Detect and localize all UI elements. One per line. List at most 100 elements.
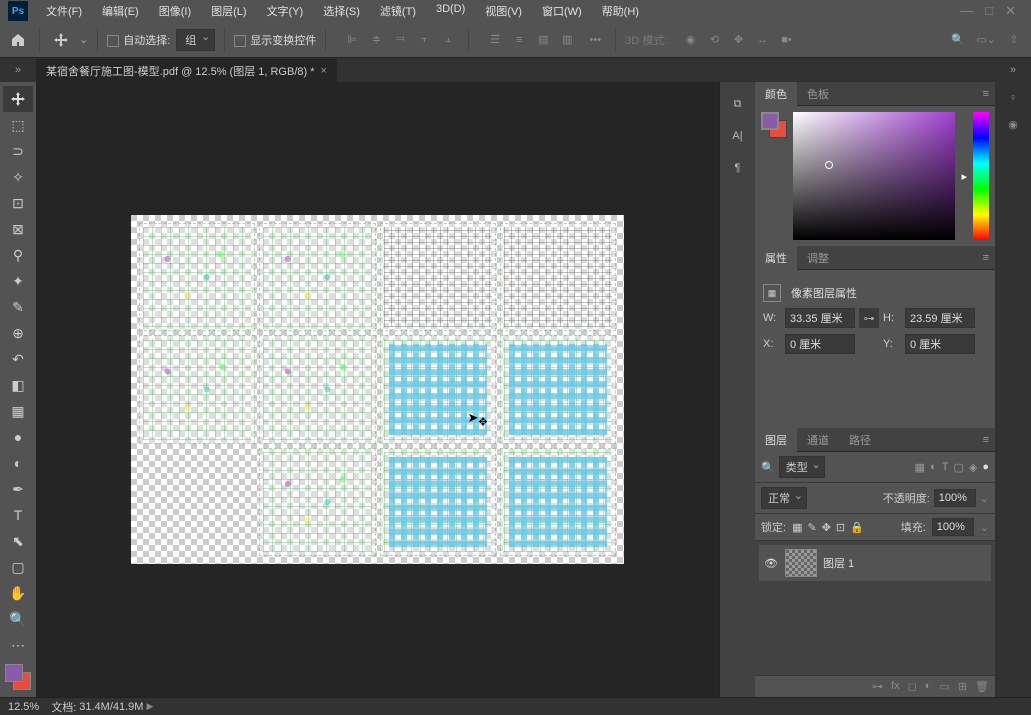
frame-tool[interactable]: ⊠ [3, 216, 33, 242]
blur-tool[interactable]: ● [3, 424, 33, 450]
lasso-tool[interactable]: ⊃ [3, 138, 33, 164]
more-options-icon[interactable]: ••• [584, 29, 606, 51]
layers-panel-menu[interactable]: ≡ [977, 434, 995, 446]
menu-select[interactable]: 选择(S) [313, 0, 370, 22]
dock-icon-1[interactable]: ⧉ [728, 94, 748, 114]
home-button[interactable] [6, 28, 30, 52]
chevron-down-icon[interactable]: ⌄ [79, 33, 88, 46]
x-input[interactable] [785, 334, 855, 354]
chevron-down-icon[interactable]: ⌄ [980, 521, 989, 534]
blend-mode-select[interactable]: 正常 [761, 487, 807, 509]
menu-image[interactable]: 图像(I) [149, 0, 201, 22]
auto-select-dropdown[interactable]: 组 [176, 29, 215, 51]
layer-thumbnail[interactable] [785, 549, 817, 577]
zoom-level[interactable]: 12.5% [8, 701, 39, 713]
layer-filter-kind[interactable]: 类型 [779, 456, 825, 478]
y-input[interactable] [905, 334, 975, 354]
gradient-tool[interactable]: ▦ [3, 398, 33, 424]
edit-toolbar[interactable]: ⋯ [3, 632, 33, 658]
marquee-tool[interactable]: ⬚ [3, 112, 33, 138]
character-panel-icon[interactable]: A| [728, 126, 748, 146]
link-layers-icon[interactable]: ⊶ [872, 680, 883, 693]
menu-view[interactable]: 视图(V) [475, 0, 532, 22]
filter-pixel-icon[interactable]: ▦ [915, 461, 925, 474]
magic-wand-tool[interactable]: ✧ [3, 164, 33, 190]
group-icon[interactable]: ▭ [939, 680, 949, 693]
layer-name[interactable]: 图层 1 [823, 555, 854, 571]
layer-visibility-icon[interactable]: 👁 [763, 557, 779, 570]
paths-tab[interactable]: 路径 [839, 428, 881, 452]
width-input[interactable] [785, 308, 855, 328]
status-menu-icon[interactable]: ▶ [146, 701, 153, 712]
foreground-color[interactable] [5, 664, 23, 682]
filter-adjust-icon[interactable]: ◐ [930, 461, 937, 474]
distribute-h-icon[interactable]: ▥ [556, 29, 578, 51]
move-tool[interactable] [3, 86, 33, 112]
menu-window[interactable]: 窗口(W) [532, 0, 592, 22]
color-swatches[interactable] [5, 664, 31, 690]
eraser-tool[interactable]: ◧ [3, 372, 33, 398]
pen-tool[interactable]: ✒ [3, 476, 33, 502]
layer-mask-icon[interactable]: ◻ [908, 680, 917, 693]
shape-tool[interactable]: ▢ [3, 554, 33, 580]
properties-panel-menu[interactable]: ≡ [977, 252, 995, 264]
type-tool[interactable]: T [3, 502, 33, 528]
canvas-area[interactable]: ➤✥ [36, 82, 719, 697]
link-wh-icon[interactable]: ⊶ [859, 308, 879, 328]
align-left-icon[interactable]: ⊫ [341, 29, 363, 51]
channels-tab[interactable]: 通道 [797, 428, 839, 452]
adjustment-layer-icon[interactable]: ◐ [925, 680, 932, 693]
workspace-icon[interactable]: ▭⌄ [975, 29, 997, 51]
show-transform-checkbox[interactable]: 显示变换控件 [234, 32, 316, 48]
share-icon[interactable]: ⇧ [1003, 29, 1025, 51]
align-top-icon[interactable]: ⫟ [413, 29, 435, 51]
lock-position-icon[interactable]: ✥ [822, 521, 831, 534]
panel-fg-color[interactable] [761, 112, 779, 130]
color-panel-menu[interactable]: ≡ [977, 88, 995, 100]
tips-icon[interactable]: ♀ [1009, 92, 1017, 104]
search-icon[interactable]: 🔍 [947, 29, 969, 51]
adjustments-tab[interactable]: 调整 [797, 246, 839, 270]
menu-type[interactable]: 文字(Y) [257, 0, 314, 22]
swatches-tab[interactable]: 色板 [797, 82, 839, 106]
3d-pan-icon[interactable]: ✥ [727, 29, 749, 51]
new-layer-icon[interactable]: ⊞ [958, 680, 967, 693]
menu-edit[interactable]: 编辑(E) [92, 0, 149, 22]
menu-3d[interactable]: 3D(D) [426, 0, 475, 22]
document-canvas[interactable] [131, 215, 624, 564]
filter-type-icon[interactable]: T [942, 461, 949, 474]
hand-tool[interactable]: ✋ [3, 580, 33, 606]
properties-tab[interactable]: 属性 [755, 246, 797, 270]
document-tab[interactable]: 某宿舍餐厅施工图-模型.pdf @ 12.5% (图层 1, RGB/8) * … [36, 59, 337, 82]
color-tab[interactable]: 颜色 [755, 82, 797, 106]
distribute-top-icon[interactable]: ☰ [484, 29, 506, 51]
lock-all-icon[interactable]: 🔒 [850, 521, 864, 534]
distribute-v-icon[interactable]: ≡ [508, 29, 530, 51]
color-swatches-panel[interactable] [761, 112, 787, 138]
move-tool-indicator[interactable] [49, 28, 73, 52]
color-field[interactable] [793, 112, 955, 240]
dodge-tool[interactable]: ◐ [3, 450, 33, 476]
align-middle-icon[interactable]: ⫠ [437, 29, 459, 51]
layer-item[interactable]: 👁 图层 1 [759, 545, 991, 581]
fill-input[interactable] [932, 518, 974, 536]
3d-roll-icon[interactable]: ⟲ [703, 29, 725, 51]
paragraph-panel-icon[interactable]: ¶ [728, 158, 748, 178]
chevron-down-icon[interactable]: ⌄ [980, 492, 989, 505]
slider-arrow-icon[interactable]: ▸ [961, 170, 967, 183]
align-center-h-icon[interactable]: ≑ [365, 29, 387, 51]
crop-tool[interactable]: ⊡ [3, 190, 33, 216]
auto-select-checkbox[interactable]: 自动选择: [107, 32, 170, 48]
path-selection-tool[interactable]: ⬉ [3, 528, 33, 554]
maximize-button[interactable]: □ [985, 3, 993, 19]
healing-brush-tool[interactable]: ✦ [3, 268, 33, 294]
zoom-tool[interactable]: 🔍 [3, 606, 33, 632]
history-brush-tool[interactable]: ↶ [3, 346, 33, 372]
lock-pixels-icon[interactable]: ✎ [807, 521, 816, 534]
close-button[interactable]: ✕ [1005, 3, 1016, 19]
3d-camera-icon[interactable]: ■• [775, 29, 797, 51]
filter-shape-icon[interactable]: ▢ [953, 461, 963, 474]
close-tab-icon[interactable]: × [321, 65, 327, 77]
lock-artboard-icon[interactable]: ⊡ [836, 521, 845, 534]
clone-stamp-tool[interactable]: ⊕ [3, 320, 33, 346]
